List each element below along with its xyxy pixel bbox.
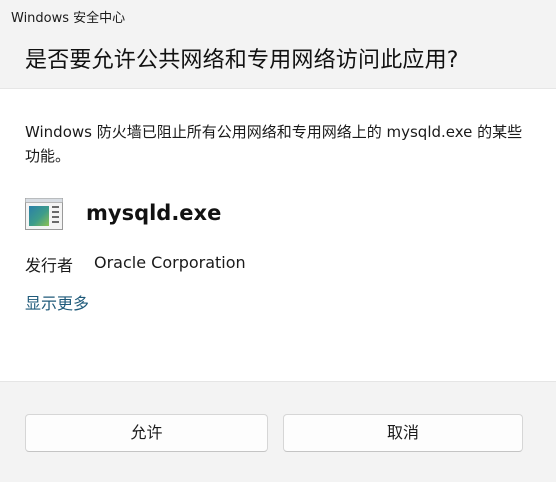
dialog-heading: 是否要允许公共网络和专用网络访问此应用? bbox=[25, 48, 459, 73]
window-title: Windows 安全中心 bbox=[11, 11, 126, 26]
app-info-row: mysqld.exe bbox=[25, 198, 525, 232]
title-bar[interactable]: Windows 安全中心 bbox=[0, 0, 556, 34]
cancel-button[interactable]: 取消 bbox=[283, 414, 523, 452]
firewall-message: Windows 防火墙已阻止所有公用网络和专用网络上的 mysqld.exe 的… bbox=[25, 123, 523, 165]
publisher-value: Oracle Corporation bbox=[94, 253, 246, 272]
dialog-content: Windows 防火墙已阻止所有公用网络和专用网络上的 mysqld.exe 的… bbox=[0, 88, 556, 381]
security-dialog-window: Windows 安全中心 是否要允许公共网络和专用网络访问此应用? Window… bbox=[0, 0, 556, 482]
allow-button[interactable]: 允许 bbox=[25, 414, 268, 452]
dialog-footer: 允许 取消 bbox=[0, 381, 556, 482]
publisher-row: 发行者 Oracle Corporation bbox=[25, 252, 525, 276]
publisher-label: 发行者 bbox=[25, 256, 74, 275]
show-more-link[interactable]: 显示更多 bbox=[25, 290, 89, 314]
application-window-icon bbox=[25, 198, 63, 230]
app-name: mysqld.exe bbox=[86, 201, 222, 225]
